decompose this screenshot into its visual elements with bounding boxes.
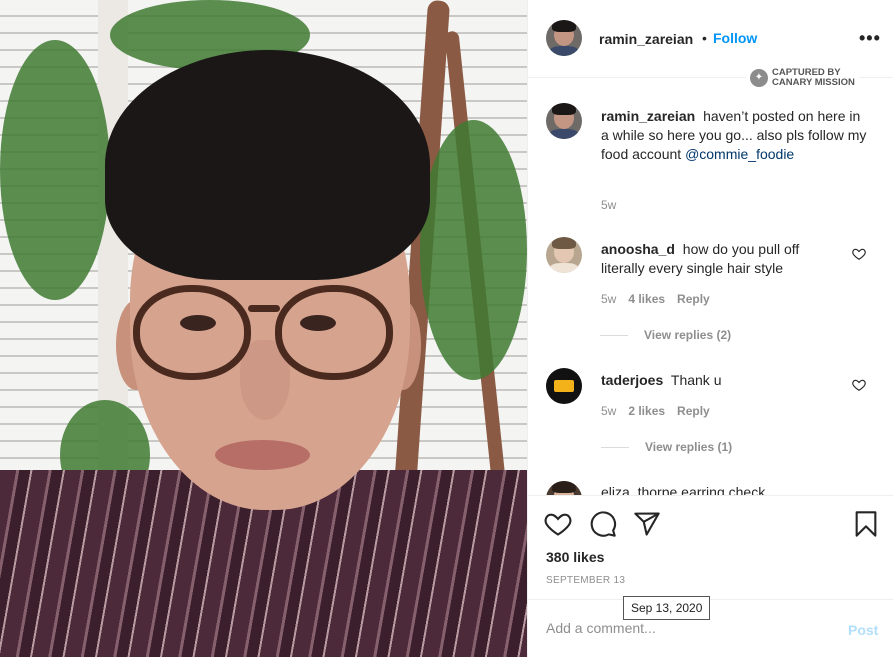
avatar[interactable] bbox=[546, 481, 582, 495]
hair bbox=[105, 50, 430, 280]
more-options-icon[interactable]: ••• bbox=[859, 28, 881, 49]
comment-likes[interactable]: 4 likes bbox=[628, 292, 665, 306]
like-heart-icon[interactable] bbox=[852, 378, 866, 392]
comment-username[interactable]: anoosha_d bbox=[601, 241, 675, 257]
view-replies-button[interactable]: View replies (1) bbox=[601, 440, 732, 454]
post-photo[interactable] bbox=[0, 0, 527, 657]
likes-count[interactable]: 380 likes bbox=[546, 549, 604, 565]
plant-leaves bbox=[0, 40, 110, 300]
comment-text: taderjoes Thank u bbox=[601, 371, 841, 390]
avatar[interactable] bbox=[546, 20, 582, 56]
date-tooltip: Sep 13, 2020 bbox=[623, 596, 711, 620]
add-comment-row: Post bbox=[528, 599, 893, 657]
comment-meta: 5w 2 likes Reply bbox=[601, 404, 710, 418]
post-side-panel: ramin_zareian • Follow ••• ✦ CAPTURED BY… bbox=[527, 0, 893, 657]
comment-meta: 5w 4 likes Reply bbox=[601, 292, 710, 306]
like-heart-icon[interactable] bbox=[544, 510, 572, 538]
caption: ramin_zareian haven’t posted on here in … bbox=[601, 107, 871, 164]
share-paper-plane-icon[interactable] bbox=[633, 510, 661, 538]
separator-dot: • bbox=[702, 30, 707, 46]
plant-leaves bbox=[420, 120, 527, 380]
glasses-lens bbox=[275, 285, 393, 380]
comment-text-partial: eliza_thorpe earring check bbox=[601, 484, 766, 495]
header-username[interactable]: ramin_zareian bbox=[599, 31, 693, 47]
comment-body: Thank u bbox=[670, 372, 722, 388]
caption-time[interactable]: 5w bbox=[601, 198, 616, 212]
reply-button[interactable]: Reply bbox=[677, 404, 710, 418]
glasses-lens bbox=[133, 285, 251, 380]
comments-scroll[interactable]: ramin_zareian haven’t posted on here in … bbox=[528, 79, 893, 495]
avatar[interactable] bbox=[546, 237, 582, 273]
comment-time[interactable]: 5w bbox=[601, 292, 616, 306]
view-replies-label[interactable]: View replies (1) bbox=[645, 440, 732, 454]
avatar[interactable] bbox=[546, 103, 582, 139]
glasses-bridge bbox=[248, 305, 280, 312]
lips bbox=[215, 440, 310, 470]
reply-button[interactable]: Reply bbox=[677, 292, 710, 306]
view-replies-label[interactable]: View replies (2) bbox=[644, 328, 731, 342]
follow-button[interactable]: Follow bbox=[713, 30, 757, 46]
mention-link[interactable]: @commie_foodie bbox=[685, 146, 794, 162]
comment-bubble-icon[interactable] bbox=[589, 510, 617, 538]
post-date[interactable]: SEPTEMBER 13 bbox=[546, 575, 625, 586]
caption-username[interactable]: ramin_zareian bbox=[601, 108, 695, 124]
avatar[interactable] bbox=[546, 368, 582, 404]
comment-time[interactable]: 5w bbox=[601, 404, 616, 418]
comment-likes[interactable]: 2 likes bbox=[628, 404, 665, 418]
replies-line bbox=[601, 446, 629, 448]
comment-text: anoosha_d how do you pull off literally … bbox=[601, 240, 841, 278]
like-heart-icon[interactable] bbox=[852, 247, 866, 261]
post-button[interactable]: Post bbox=[848, 622, 878, 638]
comment-username[interactable]: taderjoes bbox=[601, 372, 663, 388]
post-actions: 380 likes SEPTEMBER 13 bbox=[528, 495, 893, 599]
bookmark-icon[interactable] bbox=[852, 510, 880, 538]
view-replies-button[interactable]: View replies (2) bbox=[600, 328, 731, 342]
replies-line bbox=[600, 334, 628, 336]
add-comment-input[interactable] bbox=[546, 620, 816, 636]
